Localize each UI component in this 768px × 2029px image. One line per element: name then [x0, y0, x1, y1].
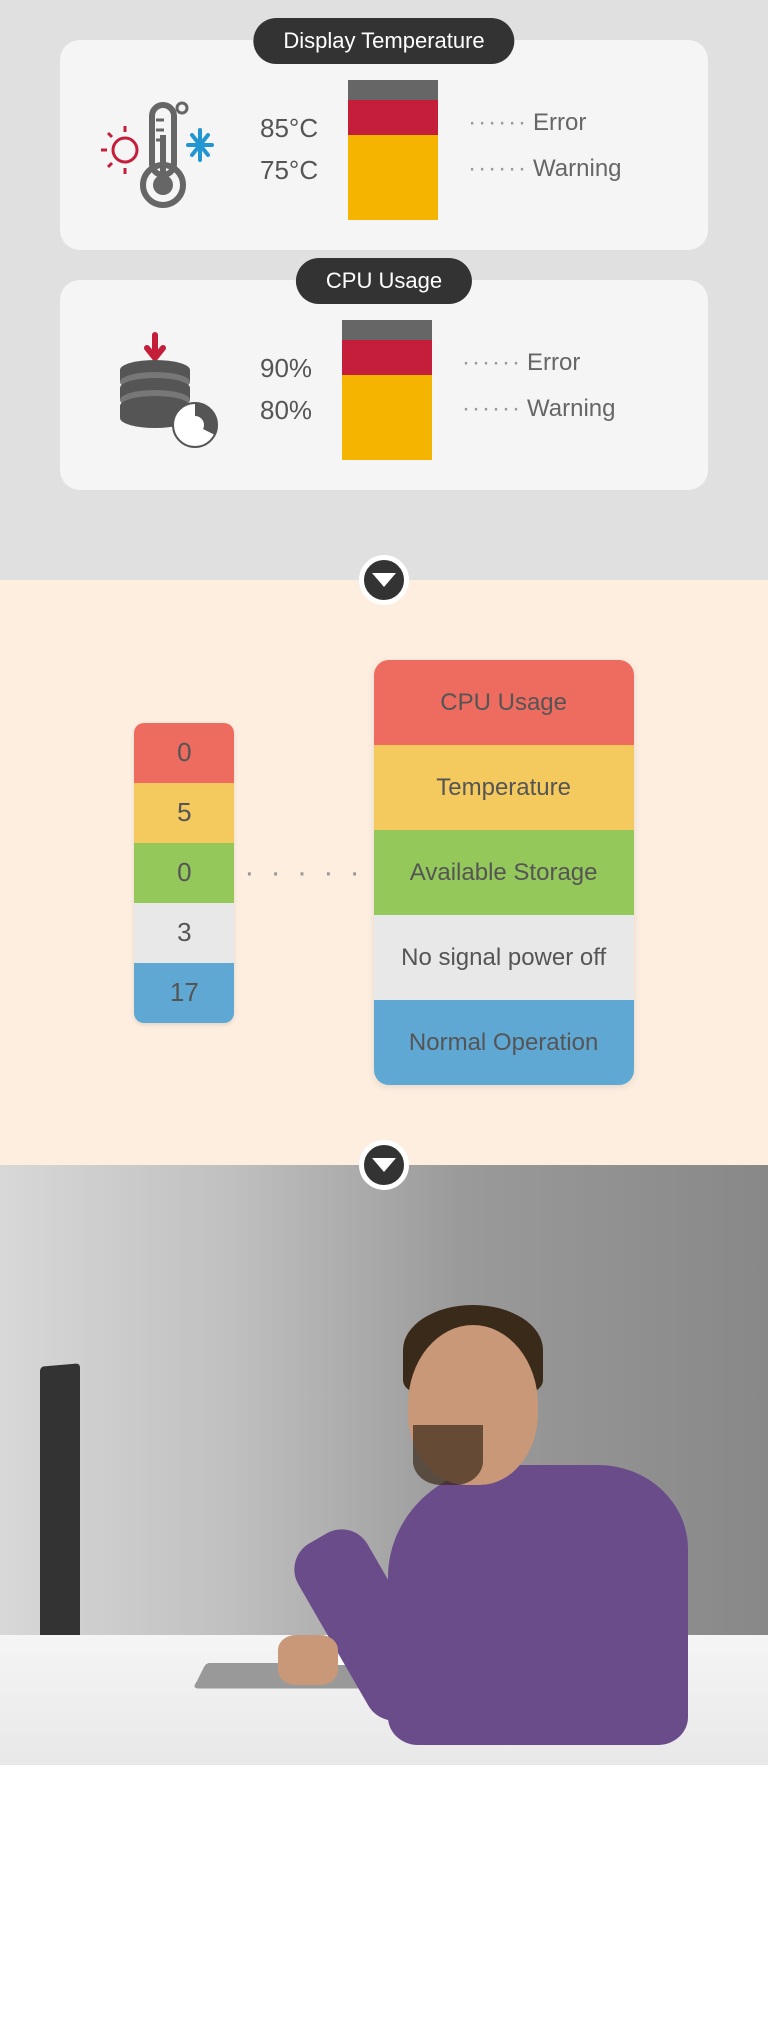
flow-arrow-wrap: [0, 1140, 768, 1190]
card-content: 85°C 75°C ······ Error ······ Warning: [100, 80, 668, 220]
warning-label: Warning: [527, 395, 615, 423]
category-stack: CPU Usage Temperature Available Storage …: [374, 660, 634, 1085]
count-cpu: 0: [134, 723, 234, 783]
thermometer-icon: [100, 90, 230, 210]
display-temperature-card: Display Temperature: [60, 40, 708, 250]
bar-normal-zone: [348, 135, 438, 220]
cat-storage: Available Storage: [374, 830, 634, 915]
count-storage: 0: [134, 843, 234, 903]
leader-dots: ······: [468, 155, 528, 183]
bar-error-zone: [348, 80, 438, 100]
cpu-disk-icon: [100, 330, 230, 450]
threshold-values: 90% 80%: [260, 348, 312, 431]
leader-dots: ······: [462, 349, 522, 377]
warning-label-row: ······ Warning: [468, 155, 621, 183]
person-illustration: [358, 1285, 708, 1705]
down-arrow-icon: [359, 1140, 409, 1190]
bar-warning-zone: [348, 100, 438, 135]
leader-dots: ······: [468, 109, 528, 137]
connector-dots: · · · · ·: [244, 856, 363, 890]
cat-normal: Normal Operation: [374, 1000, 634, 1085]
count-nosignal: 3: [134, 903, 234, 963]
cat-cpu: CPU Usage: [374, 660, 634, 745]
count-temp: 5: [134, 783, 234, 843]
threshold-values: 85°C 75°C: [260, 108, 318, 191]
warning-value: 75°C: [260, 150, 318, 192]
card-title-pill: CPU Usage: [296, 258, 472, 304]
error-label-row: ······ Error: [462, 349, 615, 377]
card-title-pill: Display Temperature: [253, 18, 514, 64]
threshold-labels: ······ Error ······ Warning: [462, 349, 615, 423]
cat-temp: Temperature: [374, 745, 634, 830]
error-label: Error: [533, 109, 586, 137]
bar-error-zone: [342, 320, 432, 340]
warning-value: 80%: [260, 390, 312, 432]
bar-warning-zone: [342, 340, 432, 375]
leader-dots: ······: [462, 395, 522, 423]
operator-photo: [0, 1165, 768, 1765]
down-arrow-icon: [359, 555, 409, 605]
count-normal: 17: [134, 963, 234, 1023]
card-content: 90% 80% ······ Error ······ Warning: [100, 320, 668, 460]
threshold-bar: [348, 80, 438, 220]
error-label: Error: [527, 349, 580, 377]
thresholds-section: Display Temperature: [0, 0, 768, 580]
bar-normal-zone: [342, 375, 432, 460]
error-value: 90%: [260, 348, 312, 390]
error-label-row: ······ Error: [468, 109, 621, 137]
flow-arrow-wrap: [0, 555, 768, 605]
warning-label: Warning: [533, 155, 621, 183]
error-value: 85°C: [260, 108, 318, 150]
threshold-labels: ······ Error ······ Warning: [468, 109, 621, 183]
threshold-bar: [342, 320, 432, 460]
status-breakdown-section: 0 5 0 3 17 · · · · · CPU Usage Temperatu…: [0, 580, 768, 1165]
warning-label-row: ······ Warning: [462, 395, 615, 423]
count-stack: 0 5 0 3 17: [134, 723, 234, 1023]
cpu-usage-card: CPU Usage: [60, 280, 708, 490]
cat-nosignal: No signal power off: [374, 915, 634, 1000]
